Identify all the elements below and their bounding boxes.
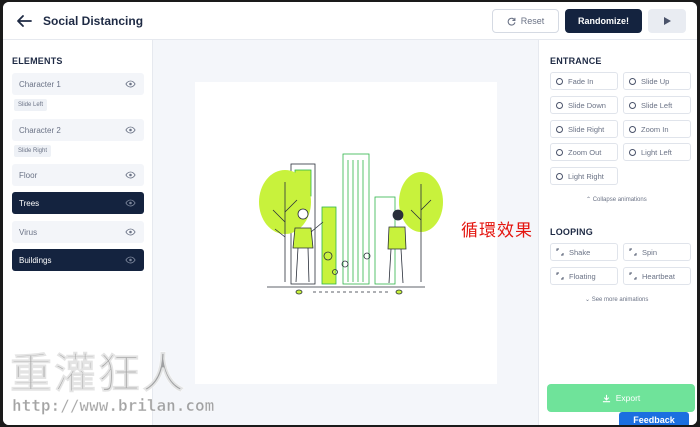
back-arrow-icon[interactable] <box>15 12 33 30</box>
element-label: Trees <box>19 198 40 208</box>
preview-canvas[interactable] <box>195 82 497 384</box>
radio-icon <box>629 77 636 85</box>
radio-icon <box>556 172 563 180</box>
radio-icon <box>556 101 563 109</box>
randomize-button[interactable]: Randomize! <box>565 9 642 33</box>
watermark-url: http://www.brilan.com <box>12 396 215 416</box>
anim-label: Light Left <box>641 147 672 157</box>
collapse-label: Collapse animations <box>592 197 647 203</box>
anim-slide-right[interactable]: Slide Right <box>550 120 618 138</box>
radio-icon <box>629 148 636 156</box>
animation-tag: Slide Left <box>14 99 48 111</box>
eye-icon[interactable] <box>125 256 136 264</box>
element-virus[interactable]: Virus <box>12 221 144 243</box>
element-trees[interactable]: Trees <box>12 192 144 214</box>
play-button[interactable] <box>648 9 686 33</box>
eye-icon[interactable] <box>125 199 136 207</box>
anim-light-right[interactable]: Light Right <box>550 167 618 185</box>
element-character-1[interactable]: Character 1 <box>12 73 144 95</box>
anim-spin[interactable]: Spin <box>623 243 691 261</box>
element-label: Virus <box>19 227 38 237</box>
collapse-animations-link[interactable]: ⌃ Collapse animations <box>586 196 647 203</box>
anim-label: Zoom Out <box>568 147 602 157</box>
element-label: Floor <box>19 170 38 180</box>
anim-label: Fade In <box>568 76 594 86</box>
page-title: Social Distancing <box>43 14 144 28</box>
anim-label: Shake <box>569 247 591 257</box>
refresh-icon <box>507 17 516 26</box>
eye-icon[interactable] <box>125 228 136 236</box>
element-label: Buildings <box>19 255 52 265</box>
radio-icon <box>556 148 563 156</box>
anim-label: Slide Up <box>641 76 670 86</box>
anim-slide-left[interactable]: Slide Left <box>623 96 691 114</box>
anim-heartbeat[interactable]: Heartbeat <box>623 267 691 285</box>
element-label: Character 2 <box>19 125 61 135</box>
top-bar: Social Distancing Reset Randomize! <box>3 2 697 40</box>
looping-title: LOOPING <box>550 227 593 237</box>
element-label: Character 1 <box>19 79 61 89</box>
animation-tag: Slide Right <box>14 145 52 157</box>
element-floor[interactable]: Floor <box>12 164 144 186</box>
watermark-text: 重灌狂人 <box>9 349 187 399</box>
reset-button[interactable]: Reset <box>492 9 559 33</box>
anim-shake[interactable]: Shake <box>550 243 618 261</box>
annotation-text: 循環效果 <box>461 221 533 241</box>
export-label: Export <box>615 393 641 403</box>
element-character-2[interactable]: Character 2 <box>12 119 144 141</box>
anim-label: Zoom In <box>641 124 669 134</box>
anim-slide-down[interactable]: Slide Down <box>550 96 618 114</box>
anim-slide-up[interactable]: Slide Up <box>623 72 691 90</box>
radio-icon <box>556 125 563 133</box>
anim-label: Slide Right <box>568 124 605 134</box>
loop-icon <box>629 272 637 280</box>
elements-title: ELEMENTS <box>12 56 63 66</box>
radio-icon <box>629 125 636 133</box>
export-button[interactable]: Export <box>547 384 695 412</box>
entrance-title: ENTRANCE <box>550 56 602 66</box>
anim-light-left[interactable]: Light Left <box>623 143 691 161</box>
loop-icon <box>556 272 564 280</box>
see-more-animations-link[interactable]: ⌄ See more animations <box>585 296 648 303</box>
download-icon <box>602 394 610 402</box>
element-buildings[interactable]: Buildings <box>12 249 144 271</box>
reset-label: Reset <box>520 16 545 26</box>
radio-icon <box>556 77 563 85</box>
social-distancing-illustration <box>259 153 443 295</box>
loop-icon <box>556 248 564 256</box>
anim-fade-in[interactable]: Fade In <box>550 72 618 90</box>
animations-panel: ENTRANCE Fade In Slide Up Slide Down Sli… <box>538 40 697 425</box>
watermark: 重灌狂人 http://www.brilan.com <box>9 340 214 416</box>
eye-icon[interactable] <box>125 80 136 88</box>
radio-icon <box>629 101 636 109</box>
eye-icon[interactable] <box>125 126 136 134</box>
anim-label: Slide Down <box>568 100 606 110</box>
anim-label: Slide Left <box>641 100 673 110</box>
eye-icon[interactable] <box>125 171 136 179</box>
play-icon <box>664 17 671 25</box>
feedback-button[interactable]: Feedback <box>619 412 689 425</box>
anim-label: Spin <box>642 247 658 257</box>
anim-zoom-out[interactable]: Zoom Out <box>550 143 618 161</box>
anim-label: Light Right <box>568 171 604 181</box>
anim-zoom-in[interactable]: Zoom In <box>623 120 691 138</box>
anim-floating[interactable]: Floating <box>550 267 618 285</box>
anim-label: Floating <box>569 271 596 281</box>
anim-label: Heartbeat <box>642 271 675 281</box>
see-more-label: See more animations <box>591 297 649 303</box>
loop-icon <box>629 248 637 256</box>
